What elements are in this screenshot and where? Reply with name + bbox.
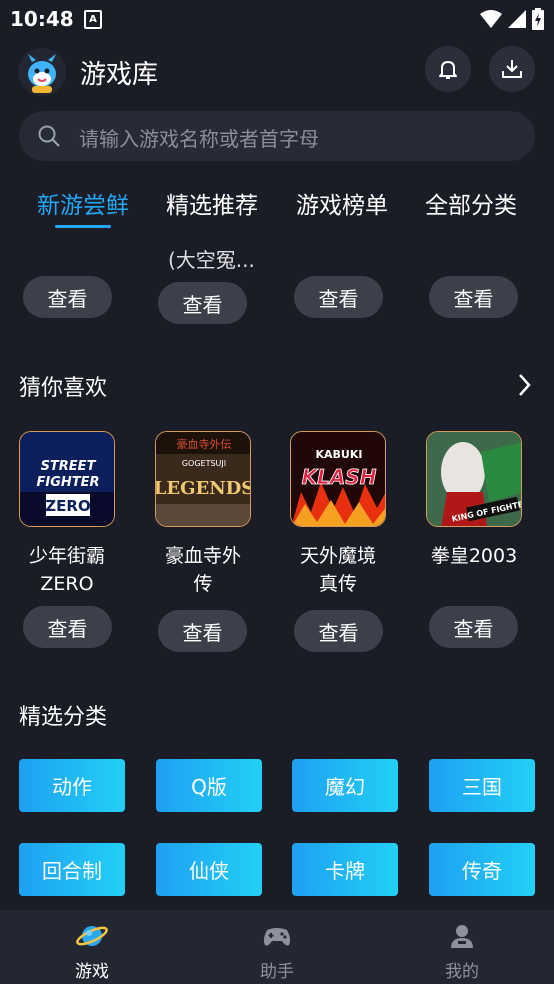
tab-bar: 新游尝鲜 精选推荐 游戏榜单 全部分类 <box>0 186 554 232</box>
game-name-line: 拳皇2003 <box>430 545 518 567</box>
page-title: 游戏库 <box>80 60 159 90</box>
game-name-line: ZERO <box>40 573 94 595</box>
notification-icon: A <box>84 10 102 29</box>
nav-label: 游戏 <box>75 962 109 982</box>
view-button[interactable]: 查看 <box>158 282 247 324</box>
game-name-line: 天外魔境 <box>299 545 376 567</box>
nav-item-profile[interactable]: 我的 <box>402 910 522 984</box>
nav-label: 助手 <box>260 962 294 982</box>
svg-text:KLASH: KLASH <box>302 465 377 489</box>
nav-label: 我的 <box>445 962 479 982</box>
game-cover-legends[interactable]: 豪血寺外伝 GOGETSUJI LEGENDS <box>155 431 251 527</box>
category-three-kingdoms[interactable]: 三国 <box>429 759 535 812</box>
game-cover-art: KABUKI KLASH <box>291 432 385 526</box>
game-cover-art: STREET FIGHTER ZERO <box>20 432 114 526</box>
game-cover-art: 豪血寺外伝 GOGETSUJI LEGENDS <box>156 432 251 526</box>
user-icon <box>451 925 473 948</box>
tab-new-games[interactable]: 新游尝鲜 <box>37 186 129 220</box>
view-button[interactable]: 查看 <box>294 610 383 652</box>
svg-text:ZERO: ZERO <box>45 497 90 515</box>
download-button[interactable] <box>489 46 535 92</box>
svg-text:KABUKI: KABUKI <box>316 448 363 461</box>
game-cover-art: KING OF FIGHTERS <box>427 432 521 526</box>
svg-text:FIGHTER: FIGHTER <box>36 475 99 490</box>
gamepad-icon <box>263 928 291 946</box>
category-turn-based[interactable]: 回合制 <box>19 843 125 896</box>
wifi-icon <box>480 10 502 28</box>
svg-text:豪血寺外伝: 豪血寺外伝 <box>177 437 232 451</box>
search-icon <box>38 125 60 147</box>
section-title-guess: 猜你喜欢 <box>19 376 108 401</box>
view-button[interactable]: 查看 <box>429 606 518 648</box>
view-button[interactable]: 查看 <box>158 610 247 652</box>
content-scroll[interactable]: (大空冤... 查看 查看 查看 查看 猜你喜欢 STREET FIGHTER … <box>0 240 554 910</box>
category-q-style[interactable]: Q版 <box>156 759 262 812</box>
category-legend[interactable]: 传奇 <box>429 843 535 896</box>
battery-icon <box>532 8 544 30</box>
nav-item-games[interactable]: 游戏 <box>32 910 152 984</box>
active-tab-indicator <box>55 225 111 228</box>
mascot-icon <box>28 54 56 93</box>
view-button[interactable]: 查看 <box>294 276 383 318</box>
status-bar: 10:48 A <box>0 0 554 38</box>
svg-text:GOGETSUJI: GOGETSUJI <box>182 459 226 468</box>
category-action[interactable]: 动作 <box>19 759 125 812</box>
planet-icon <box>76 926 108 946</box>
download-icon <box>502 60 522 78</box>
category-fantasy[interactable]: 魔幻 <box>292 759 398 812</box>
svg-text:STREET: STREET <box>41 459 97 474</box>
bell-icon <box>439 61 457 79</box>
section-title-categories: 精选分类 <box>19 705 108 730</box>
game-cover-kabuki-klash[interactable]: KABUKI KLASH <box>290 431 386 527</box>
search-placeholder: 请输入游戏名称或者首字母 <box>79 127 319 151</box>
game-name-line: 豪血寺外 <box>164 545 241 567</box>
svg-text:LEGENDS: LEGENDS <box>156 478 251 499</box>
tab-all-categories[interactable]: 全部分类 <box>425 186 517 220</box>
nav-item-assistant[interactable]: 助手 <box>217 910 337 984</box>
notification-button[interactable] <box>425 46 471 92</box>
game-name-truncated: (大空冤... <box>168 248 255 272</box>
status-time: 10:48 <box>10 7 74 31</box>
search-input[interactable]: 请输入游戏名称或者首字母 <box>19 111 535 161</box>
category-card[interactable]: 卡牌 <box>292 843 398 896</box>
tab-featured[interactable]: 精选推荐 <box>166 186 258 220</box>
app-header: 游戏库 <box>0 40 554 100</box>
game-cover-kof-2003[interactable]: KING OF FIGHTERS <box>426 431 522 527</box>
tab-rankings[interactable]: 游戏榜单 <box>296 186 388 220</box>
view-button[interactable]: 查看 <box>23 276 112 318</box>
status-icons <box>480 8 544 30</box>
game-name: 豪血寺外 传 <box>143 542 263 598</box>
avatar[interactable] <box>18 48 66 96</box>
chevron-right-icon[interactable] <box>514 372 534 398</box>
game-cover-street-fighter[interactable]: STREET FIGHTER ZERO <box>19 431 115 527</box>
view-button[interactable]: 查看 <box>23 606 112 648</box>
category-xianxia[interactable]: 仙侠 <box>156 843 262 896</box>
game-name-line: 传 <box>193 573 213 595</box>
view-button[interactable]: 查看 <box>429 276 518 318</box>
game-name-line: 少年街霸 <box>28 545 105 567</box>
game-name: 拳皇2003 <box>414 542 534 570</box>
game-name: 少年街霸 ZERO <box>7 542 127 598</box>
bottom-nav: 游戏 助手 我的 <box>0 910 554 984</box>
game-name-line: 真传 <box>318 573 357 595</box>
signal-icon <box>508 10 526 28</box>
game-name: 天外魔境 真传 <box>278 542 398 598</box>
